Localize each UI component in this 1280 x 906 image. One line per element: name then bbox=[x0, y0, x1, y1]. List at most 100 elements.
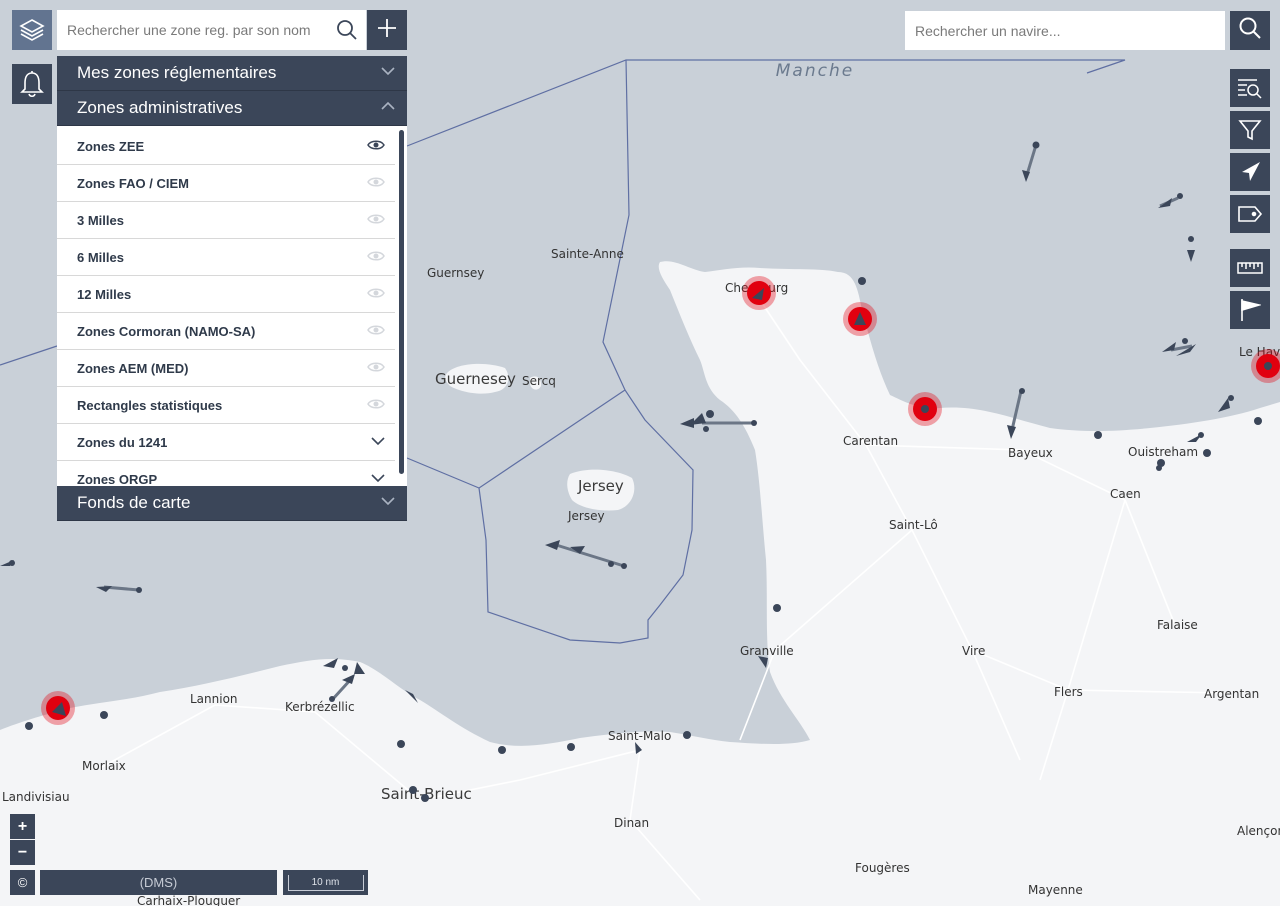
filter-icon bbox=[1238, 118, 1262, 142]
scale-line: 10 nm bbox=[283, 870, 368, 895]
vessel-marker bbox=[751, 420, 757, 426]
vessel-marker bbox=[329, 696, 335, 702]
zone-label: 6 Milles bbox=[77, 249, 124, 265]
eye-icon[interactable] bbox=[367, 139, 385, 154]
chevron-down-icon[interactable] bbox=[371, 434, 385, 451]
interest-point-button[interactable] bbox=[1230, 291, 1270, 329]
basemaps-header[interactable]: Fonds de carte bbox=[57, 486, 407, 521]
place-label: Flers bbox=[1054, 685, 1083, 699]
admin-zones-header[interactable]: Zones administratives bbox=[57, 91, 407, 126]
vessel-marker bbox=[136, 587, 142, 593]
zoom-in-button[interactable]: + bbox=[10, 814, 35, 839]
place-label: Vire bbox=[962, 644, 985, 658]
zoom-out-button[interactable]: − bbox=[10, 840, 35, 865]
chevron-down-icon bbox=[381, 63, 395, 83]
place-label: Landivisiau bbox=[2, 790, 70, 804]
zone-row-zee[interactable]: Zones ZEE bbox=[57, 128, 395, 165]
eye-icon[interactable] bbox=[367, 324, 385, 339]
add-zone-button[interactable] bbox=[367, 10, 407, 50]
zone-row-6-milles[interactable]: 6 Milles bbox=[57, 239, 395, 276]
eye-icon[interactable] bbox=[367, 213, 385, 228]
zone-search-input[interactable] bbox=[57, 11, 327, 49]
zone-row-12-milles[interactable]: 12 Milles bbox=[57, 276, 395, 313]
admin-zones-list[interactable]: Zones ZEE Zones FAO / CIEM 3 Milles 6 Mi… bbox=[57, 126, 407, 486]
basemaps-title: Fonds de carte bbox=[77, 493, 191, 512]
vessel-marker bbox=[1177, 193, 1183, 199]
sea-label-manche: Manche bbox=[776, 61, 854, 81]
eye-icon[interactable] bbox=[367, 176, 385, 191]
vessel-search-input[interactable] bbox=[905, 11, 1225, 50]
place-label: Guernesey bbox=[435, 370, 516, 388]
labels-button[interactable] bbox=[1230, 195, 1270, 233]
place-label: Argentan bbox=[1204, 687, 1259, 701]
eye-icon[interactable] bbox=[367, 287, 385, 302]
vessel-marker bbox=[621, 563, 627, 569]
chevron-down-icon[interactable] bbox=[371, 471, 385, 487]
my-zones-title: Mes zones réglementaires bbox=[77, 63, 277, 82]
zone-list-scrollbar[interactable] bbox=[399, 130, 404, 474]
attribution-button[interactable]: © bbox=[10, 870, 35, 895]
alerts-button[interactable] bbox=[12, 64, 52, 104]
chevron-down-icon bbox=[381, 493, 395, 513]
eye-icon[interactable] bbox=[367, 250, 385, 265]
place-label: Ouistreham bbox=[1128, 445, 1198, 459]
zone-row-3-milles[interactable]: 3 Milles bbox=[57, 202, 395, 239]
zone-label: Rectangles statistiques bbox=[77, 397, 223, 413]
scale-bar-label: 10 nm bbox=[287, 874, 364, 891]
zone-row-1241[interactable]: Zones du 1241 bbox=[57, 424, 395, 461]
place-label: Falaise bbox=[1157, 618, 1198, 632]
search-icon bbox=[1238, 16, 1262, 45]
vessel-visibility-icon bbox=[1238, 160, 1262, 184]
zone-search-box bbox=[57, 10, 366, 50]
place-label: Fougères bbox=[855, 861, 910, 875]
zone-label: Zones Cormoran (NAMO-SA) bbox=[77, 323, 256, 339]
vessel-marker bbox=[773, 604, 781, 612]
vessel-list-button[interactable] bbox=[1230, 69, 1270, 107]
vessel-marker bbox=[1019, 388, 1025, 394]
label-icon bbox=[1237, 205, 1263, 223]
zone-row-fao[interactable]: Zones FAO / CIEM bbox=[57, 165, 395, 202]
place-label: Bayeux bbox=[1008, 446, 1053, 460]
vessel-marker bbox=[683, 731, 691, 739]
place-label: Carhaix-Plouguer bbox=[137, 894, 240, 906]
place-label: Lannion bbox=[190, 692, 238, 706]
vessel-marker bbox=[409, 786, 417, 794]
zone-label: Zones FAO / CIEM bbox=[77, 175, 189, 191]
plus-icon bbox=[377, 18, 397, 43]
place-label: Jersey bbox=[567, 509, 605, 523]
layers-icon bbox=[19, 17, 45, 43]
alert-vessel-marker bbox=[908, 392, 942, 426]
alert-vessel-marker bbox=[41, 691, 75, 725]
zone-row-cormoran[interactable]: Zones Cormoran (NAMO-SA) bbox=[57, 313, 395, 350]
zone-label: 12 Milles bbox=[77, 286, 132, 302]
vessel-marker bbox=[397, 740, 405, 748]
place-label: Saint-Lô bbox=[889, 518, 938, 532]
vessel-search-button[interactable] bbox=[1230, 11, 1270, 50]
layers-button[interactable] bbox=[12, 10, 52, 50]
place-label: Carentan bbox=[843, 434, 898, 448]
coordinates-format-button[interactable]: (DMS) bbox=[40, 870, 277, 895]
vessel-marker bbox=[1156, 465, 1162, 471]
eye-icon[interactable] bbox=[367, 361, 385, 376]
zone-row-orgp[interactable]: Zones ORGP bbox=[57, 461, 395, 486]
zone-row-rectangles[interactable]: Rectangles statistiques bbox=[57, 387, 395, 424]
zone-label: Zones AEM (MED) bbox=[77, 360, 189, 376]
bell-icon bbox=[20, 70, 44, 98]
vessel-marker bbox=[858, 277, 866, 285]
vessel-marker bbox=[100, 711, 108, 719]
vessel-marker bbox=[703, 426, 709, 432]
place-label: Mayenne bbox=[1028, 883, 1083, 897]
place-label: Morlaix bbox=[82, 759, 126, 773]
filter-button[interactable] bbox=[1230, 111, 1270, 149]
alert-vessel-marker bbox=[843, 302, 877, 336]
search-icon[interactable] bbox=[336, 19, 358, 46]
eye-icon[interactable] bbox=[367, 398, 385, 413]
vessel-marker bbox=[706, 410, 714, 418]
zone-label: Zones ORGP bbox=[77, 471, 158, 487]
zone-label: Zones ZEE bbox=[77, 138, 145, 154]
admin-zones-title: Zones administratives bbox=[77, 98, 243, 117]
vessel-visibility-button[interactable] bbox=[1230, 153, 1270, 191]
zone-row-aem[interactable]: Zones AEM (MED) bbox=[57, 350, 395, 387]
my-zones-header[interactable]: Mes zones réglementaires bbox=[57, 56, 407, 91]
measure-button[interactable] bbox=[1230, 249, 1270, 287]
